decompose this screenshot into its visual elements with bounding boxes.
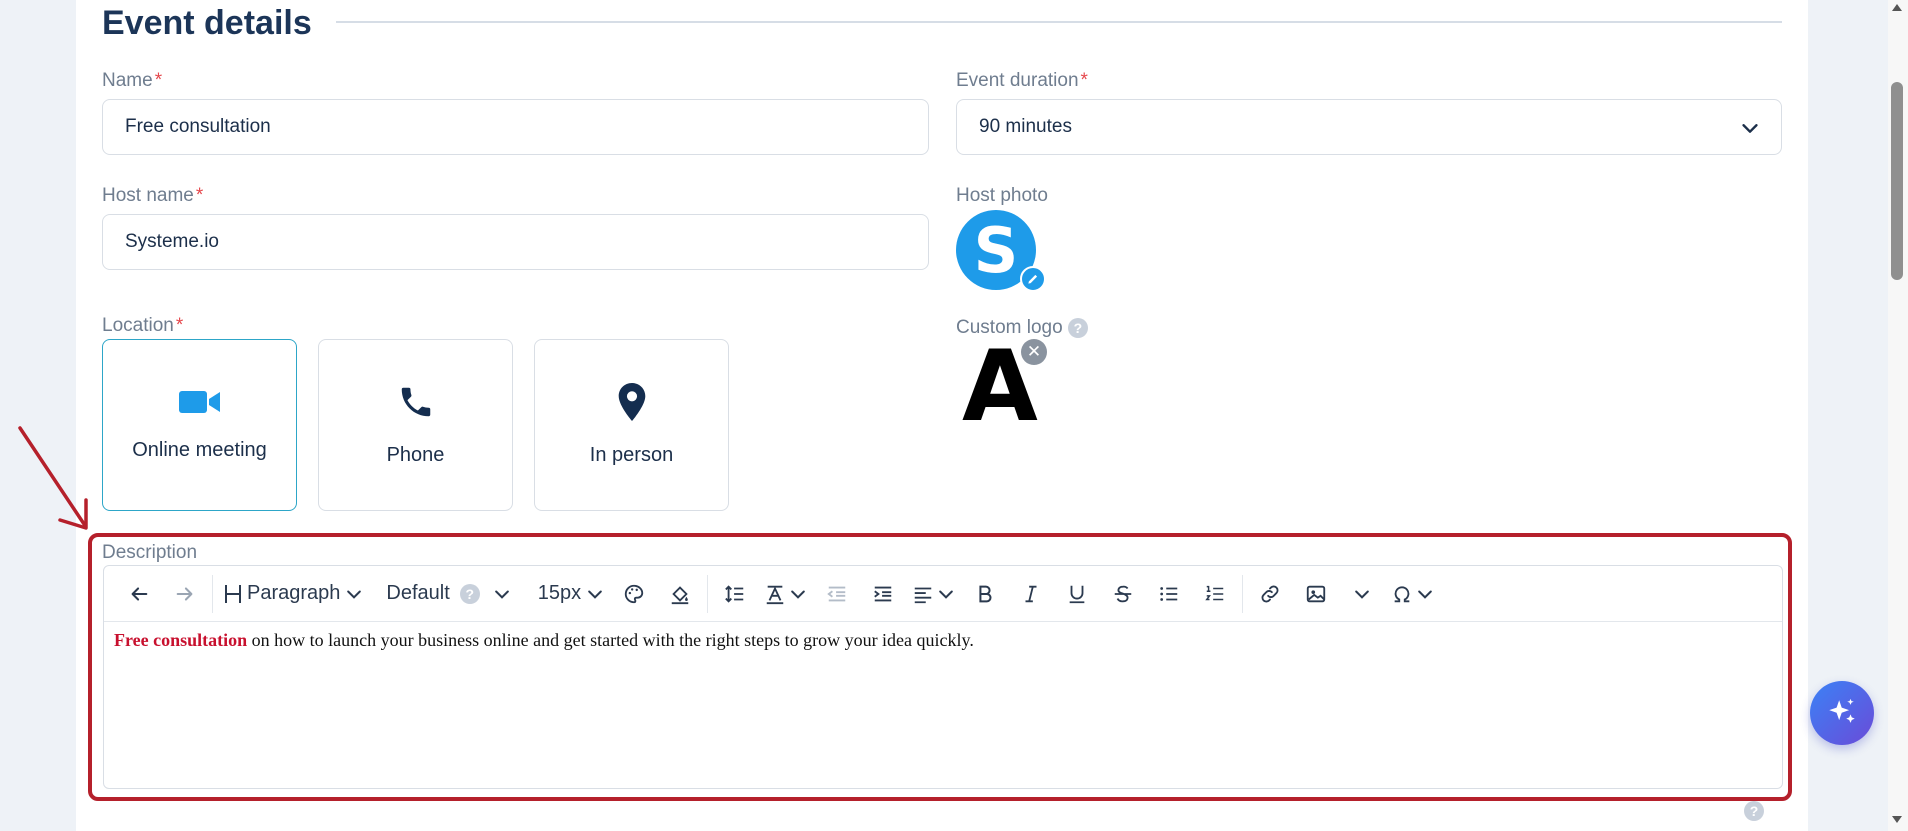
- align-left-icon: [914, 587, 932, 603]
- chevron-down-icon: [494, 590, 509, 599]
- toolbar-divider: [212, 574, 213, 613]
- indent-icon: [874, 586, 892, 601]
- underline-button[interactable]: [1054, 574, 1100, 614]
- bullet-list-icon: [1160, 586, 1178, 601]
- font-size-value: 15px: [537, 582, 582, 604]
- help-icon[interactable]: ?: [1744, 801, 1764, 821]
- location-option-phone[interactable]: Phone: [318, 339, 513, 511]
- background-color-button[interactable]: [657, 574, 703, 614]
- align-dropdown[interactable]: [906, 574, 962, 614]
- description-label: Description: [102, 542, 198, 563]
- font-family-dropdown[interactable]: Default ?: [380, 574, 517, 614]
- remove-logo-icon[interactable]: ✕: [1021, 339, 1047, 365]
- outdent-button[interactable]: [814, 574, 860, 614]
- font-size-dropdown[interactable]: 15px: [532, 574, 611, 614]
- highlighted-text: Free consultation: [114, 630, 248, 650]
- text-format-icon: [766, 585, 784, 604]
- name-label: Name *: [102, 70, 163, 91]
- name-input[interactable]: Free consultation: [102, 99, 929, 155]
- location-option-in-person[interactable]: In person: [534, 339, 729, 511]
- editor-toolbar: Paragraph Default ? 15px: [104, 566, 1782, 622]
- text-style-dropdown[interactable]: [758, 574, 814, 614]
- palette-icon: [625, 584, 644, 603]
- host-name-input[interactable]: Systeme.io: [102, 214, 929, 270]
- block-format-value: Paragraph: [247, 582, 341, 604]
- insert-link-button[interactable]: [1247, 574, 1293, 614]
- link-icon: [1261, 585, 1279, 602]
- duration-select-value: 90 minutes: [979, 116, 1072, 137]
- scroll-up-icon[interactable]: [1892, 4, 1902, 11]
- italic-icon: [1025, 585, 1037, 602]
- scroll-down-icon[interactable]: [1892, 816, 1902, 823]
- location-option-label: Online meeting: [132, 439, 267, 461]
- italic-button[interactable]: [1008, 574, 1054, 614]
- map-pin-icon: [616, 383, 648, 426]
- strikethrough-button[interactable]: [1100, 574, 1146, 614]
- heading-icon: [225, 584, 241, 603]
- omega-icon: [1394, 585, 1410, 602]
- location-option-label: Phone: [386, 444, 445, 466]
- scrollbar-thumb[interactable]: [1891, 82, 1903, 280]
- description-editor[interactable]: Paragraph Default ? 15px Free consultati…: [103, 565, 1783, 789]
- toolbar-divider: [1242, 574, 1244, 613]
- description-content[interactable]: Free consultation on how to launch your …: [114, 624, 1772, 651]
- indent-button[interactable]: [860, 574, 906, 614]
- image-icon: [1306, 585, 1326, 602]
- arrow-right-icon: [176, 586, 193, 601]
- undo-button[interactable]: [116, 574, 162, 614]
- bold-icon: [979, 585, 992, 602]
- duration-select[interactable]: 90 minutes: [956, 99, 1782, 155]
- arrow-left-icon: [131, 586, 148, 601]
- chevron-down-icon: [1739, 117, 1761, 145]
- block-format-dropdown[interactable]: Paragraph: [217, 574, 370, 614]
- duration-label: Event duration *: [956, 70, 1088, 91]
- chevron-down-icon: [791, 590, 805, 599]
- chevron-down-icon: [588, 590, 602, 599]
- text-color-button[interactable]: [611, 574, 657, 614]
- special-characters-dropdown[interactable]: [1385, 574, 1441, 614]
- chevron-down-icon: [347, 590, 362, 599]
- section-title: Event details: [102, 4, 312, 42]
- host-name-label: Host name *: [102, 185, 204, 206]
- outdent-icon: [827, 586, 846, 601]
- body-text: on how to launch your business online an…: [247, 630, 974, 650]
- line-height-button[interactable]: [712, 574, 758, 614]
- font-family-value: Default: [386, 582, 450, 604]
- strikethrough-icon: [1114, 585, 1132, 602]
- phone-icon: [397, 383, 435, 426]
- insert-more-dropdown[interactable]: [1339, 574, 1385, 614]
- redo-button[interactable]: [162, 574, 208, 614]
- chevron-down-icon: [1418, 590, 1432, 599]
- toolbar-divider: [707, 574, 709, 613]
- paint-bucket-icon: [671, 585, 689, 604]
- line-height-icon: [725, 584, 744, 603]
- location-option-label: In person: [589, 444, 674, 466]
- chevron-down-icon: [939, 590, 953, 599]
- required-marker: *: [195, 185, 204, 206]
- numbered-list-button[interactable]: [1192, 574, 1238, 614]
- section-divider: [336, 21, 1782, 23]
- location-option-online-meeting[interactable]: Online meeting: [102, 339, 297, 511]
- bold-button[interactable]: [962, 574, 1008, 614]
- host-name-input-value: Systeme.io: [125, 231, 219, 252]
- video-camera-icon: [178, 388, 221, 421]
- sparkles-icon: [1829, 698, 1855, 723]
- required-marker: *: [1080, 70, 1088, 91]
- bullet-list-button[interactable]: [1146, 574, 1192, 614]
- required-marker: *: [154, 70, 163, 91]
- numbered-list-icon: [1205, 585, 1224, 600]
- avatar-initial: S: [973, 213, 1019, 287]
- underline-icon: [1069, 585, 1085, 603]
- help-icon[interactable]: ?: [459, 583, 480, 604]
- annotation-arrow-icon: [18, 426, 88, 530]
- name-input-value: Free consultation: [125, 116, 271, 137]
- edit-pencil-icon[interactable]: [1020, 266, 1046, 292]
- location-label: Location *: [102, 315, 184, 336]
- chevron-down-icon: [1355, 590, 1369, 599]
- help-icon[interactable]: ?: [1067, 317, 1088, 338]
- ai-assistant-button[interactable]: [1810, 681, 1874, 745]
- insert-image-button[interactable]: [1293, 574, 1339, 614]
- required-marker: *: [175, 315, 184, 336]
- host-photo-label: Host photo: [956, 185, 1048, 206]
